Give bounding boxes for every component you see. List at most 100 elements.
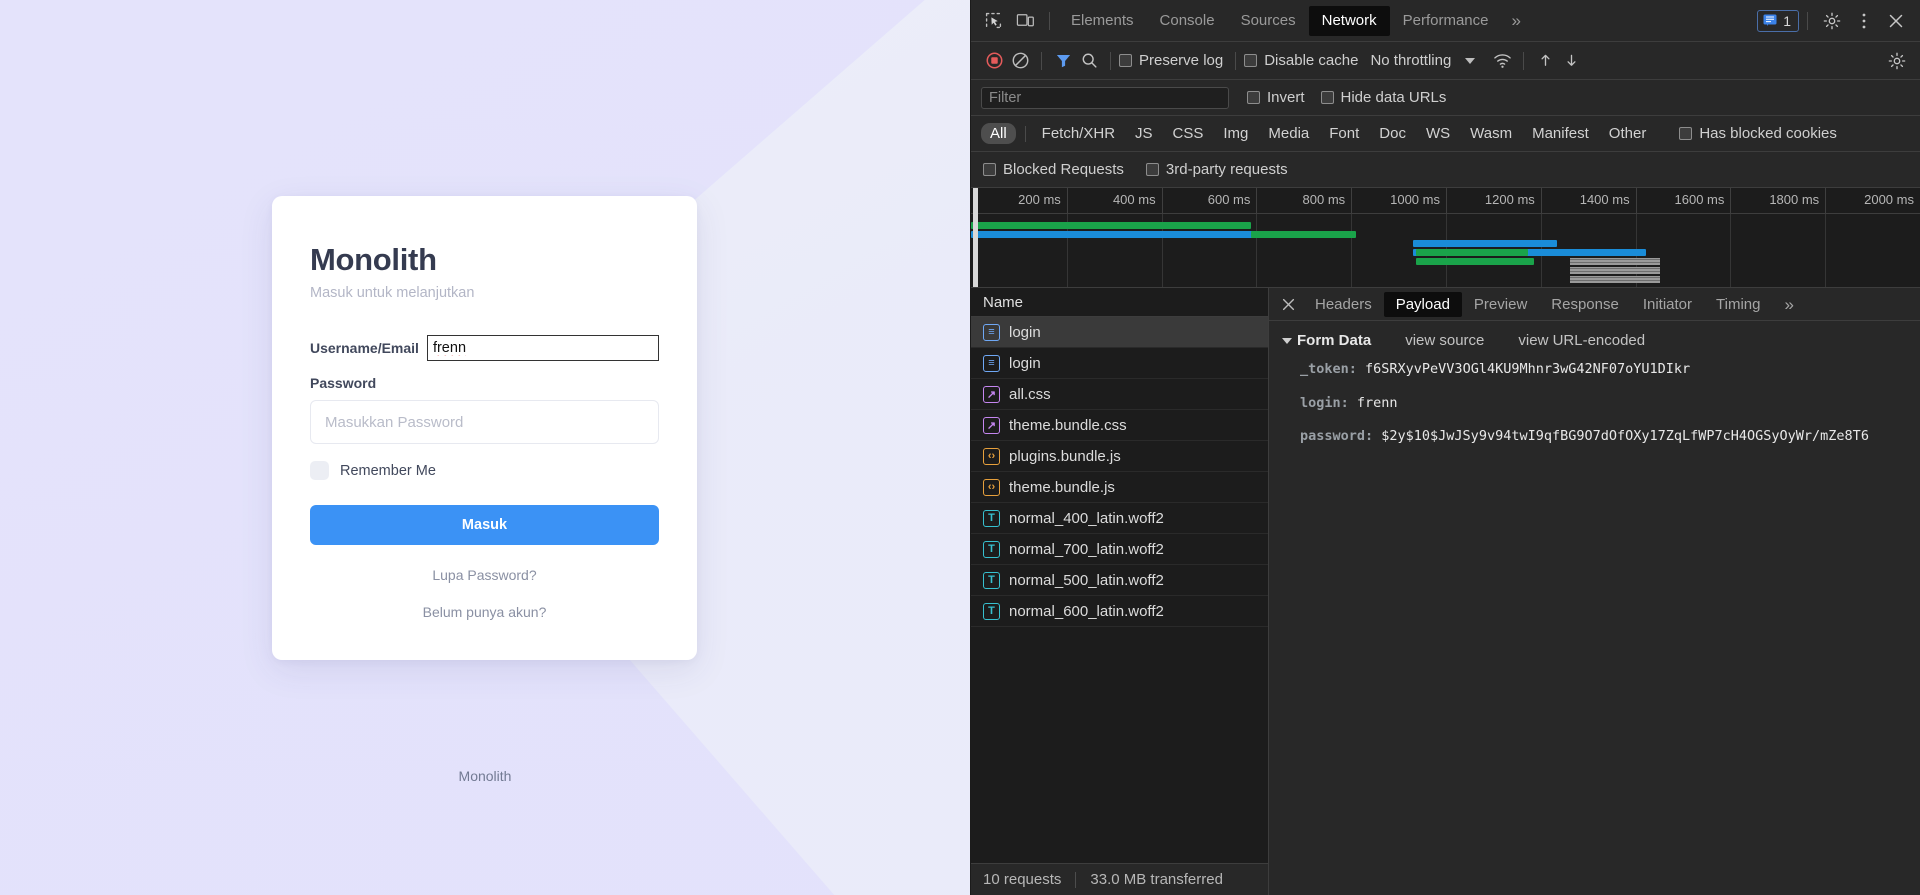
overview-gridline	[1826, 214, 1920, 287]
type-filter-manifest[interactable]: Manifest	[1523, 123, 1598, 144]
gear-icon[interactable]	[1816, 6, 1848, 36]
chevron-down-icon[interactable]	[1465, 57, 1476, 64]
preserve-log-label: Preserve log	[1139, 52, 1224, 69]
type-filter-ws[interactable]: WS	[1417, 123, 1459, 144]
overview-tick-label: 1600 ms	[1674, 192, 1725, 207]
controls-divider-2	[1110, 51, 1111, 70]
detail-tab-preview[interactable]: Preview	[1462, 292, 1539, 317]
third-party-requests-checkbox[interactable]: 3rd-party requests	[1145, 161, 1288, 178]
login-submit-button[interactable]: Masuk	[310, 505, 659, 545]
inspect-element-icon[interactable]	[977, 6, 1009, 36]
request-column-header[interactable]: Name	[971, 288, 1268, 317]
overview-window-handle[interactable]	[973, 188, 978, 287]
tab-sources[interactable]: Sources	[1228, 6, 1309, 36]
overview-bar	[1251, 231, 1356, 238]
network-settings-gear-icon[interactable]	[1884, 48, 1910, 74]
forgot-password-link[interactable]: Lupa Password?	[310, 567, 659, 583]
type-filter-css[interactable]: CSS	[1164, 123, 1213, 144]
type-filter-font[interactable]: Font	[1320, 123, 1368, 144]
filter-row: Invert Hide data URLs	[971, 80, 1920, 116]
type-filter-fetch-xhr[interactable]: Fetch/XHR	[1033, 123, 1124, 144]
request-rows: ≡ login ≡ login ↗ all.css ↗ theme.bundle.css ‹› p…	[971, 317, 1268, 863]
overview-tick-label: 200 ms	[1018, 192, 1061, 207]
devtools-panel: Elements Console Sources Network Perform…	[970, 0, 1920, 895]
preserve-log-checkbox[interactable]: Preserve log	[1119, 52, 1223, 69]
overview-bar	[1415, 258, 1535, 265]
device-toolbar-icon[interactable]	[1009, 6, 1041, 36]
network-split: Name ≡ login ≡ login ↗ all.css ↗ theme.bundle.c…	[971, 288, 1920, 895]
status-divider	[1075, 871, 1077, 888]
form-data-header: Form Data view source view URL-encoded	[1269, 332, 1920, 349]
request-name: login	[1009, 323, 1041, 341]
type-filter-js[interactable]: JS	[1126, 123, 1162, 144]
overview-bar-cached	[1569, 276, 1660, 283]
tab-performance[interactable]: Performance	[1390, 6, 1502, 36]
tab-network[interactable]: Network	[1308, 5, 1390, 36]
request-row[interactable]: Tnormal_700_latin.woff2	[971, 534, 1268, 565]
request-row[interactable]: ≡ login	[971, 317, 1268, 348]
download-har-icon[interactable]	[1558, 48, 1584, 74]
record-stop-icon[interactable]	[981, 48, 1007, 74]
type-filter-media[interactable]: Media	[1259, 123, 1318, 144]
request-row[interactable]: Tnormal_400_latin.woff2	[971, 503, 1268, 534]
third-party-requests-box[interactable]	[1145, 163, 1159, 176]
hide-data-urls-box[interactable]	[1320, 91, 1334, 104]
upload-har-icon[interactable]	[1532, 48, 1558, 74]
clear-icon[interactable]	[1007, 48, 1033, 74]
blocked-requests-box[interactable]	[983, 163, 996, 176]
request-row[interactable]: ‹› theme.bundle.js	[971, 472, 1268, 503]
collapse-triangle-icon[interactable]	[1282, 337, 1292, 344]
detail-tab-payload[interactable]: Payload	[1383, 291, 1462, 317]
kebab-menu-icon[interactable]	[1848, 6, 1880, 36]
filter-funnel-icon[interactable]	[1050, 48, 1076, 74]
tab-console[interactable]: Console	[1147, 6, 1228, 36]
detail-tab-timing[interactable]: Timing	[1704, 292, 1772, 317]
controls-divider-3	[1235, 51, 1237, 70]
password-input[interactable]	[310, 400, 659, 444]
detail-more-chevron-double-right-icon[interactable]: »	[1772, 292, 1805, 317]
console-message-badge[interactable]: 1	[1757, 9, 1799, 32]
invert-checkbox[interactable]: Invert	[1247, 89, 1305, 106]
disable-cache-checkbox[interactable]: Disable cache	[1244, 52, 1358, 69]
close-icon[interactable]	[1880, 6, 1912, 36]
type-filter-doc[interactable]: Doc	[1370, 123, 1415, 144]
more-tabs-chevron-double-right-icon[interactable]: »	[1502, 6, 1531, 36]
filter-input[interactable]	[981, 86, 1229, 109]
request-row[interactable]: Tnormal_500_latin.woff2	[971, 565, 1268, 596]
form-data-value: frenn	[1356, 394, 1398, 411]
has-blocked-cookies-box[interactable]	[1679, 127, 1693, 140]
username-input[interactable]	[426, 335, 659, 361]
preserve-log-box[interactable]	[1119, 54, 1132, 67]
request-row[interactable]: ↗ theme.bundle.css	[971, 410, 1268, 441]
detail-close-icon[interactable]	[1273, 297, 1303, 312]
detail-tab-headers[interactable]: Headers	[1303, 292, 1384, 317]
invert-box[interactable]	[1247, 91, 1260, 104]
request-row[interactable]: ≡ login	[971, 348, 1268, 379]
request-row[interactable]: Tnormal_600_latin.woff2	[971, 596, 1268, 627]
request-row[interactable]: ‹› plugins.bundle.js	[971, 441, 1268, 472]
type-filter-other[interactable]: Other	[1600, 123, 1656, 144]
network-overview-timeline[interactable]: 200 ms 400 ms 600 ms 800 ms 1000 ms 1200 ms 14…	[971, 188, 1920, 288]
type-filter-all[interactable]: All	[981, 123, 1016, 144]
request-row[interactable]: ↗ all.css	[971, 379, 1268, 410]
tab-elements[interactable]: Elements	[1058, 6, 1147, 36]
overview-gridline	[1257, 214, 1353, 287]
network-conditions-icon[interactable]	[1489, 48, 1515, 74]
disable-cache-box[interactable]	[1244, 54, 1258, 67]
register-link[interactable]: Belum punya akun?	[310, 604, 659, 620]
view-source-link[interactable]: view source	[1405, 332, 1484, 349]
type-filter-img[interactable]: Img	[1214, 123, 1257, 144]
detail-tab-response[interactable]: Response	[1539, 292, 1631, 317]
request-name: normal_700_latin.woff2	[1009, 540, 1164, 558]
throttling-select[interactable]: No throttling	[1370, 52, 1451, 69]
remember-me-row[interactable]: Remember Me	[310, 461, 659, 480]
view-url-encoded-link[interactable]: view URL-encoded	[1518, 332, 1645, 349]
username-field-row: Username/Email	[310, 335, 659, 361]
hide-data-urls-checkbox[interactable]: Hide data URLs	[1320, 89, 1446, 106]
search-icon[interactable]	[1076, 48, 1102, 74]
blocked-requests-checkbox[interactable]: Blocked Requests	[983, 161, 1124, 178]
remember-me-checkbox[interactable]	[310, 461, 329, 480]
detail-tab-initiator[interactable]: Initiator	[1631, 292, 1704, 317]
type-filter-wasm[interactable]: Wasm	[1461, 123, 1521, 144]
has-blocked-cookies-checkbox[interactable]: Has blocked cookies	[1679, 125, 1837, 142]
